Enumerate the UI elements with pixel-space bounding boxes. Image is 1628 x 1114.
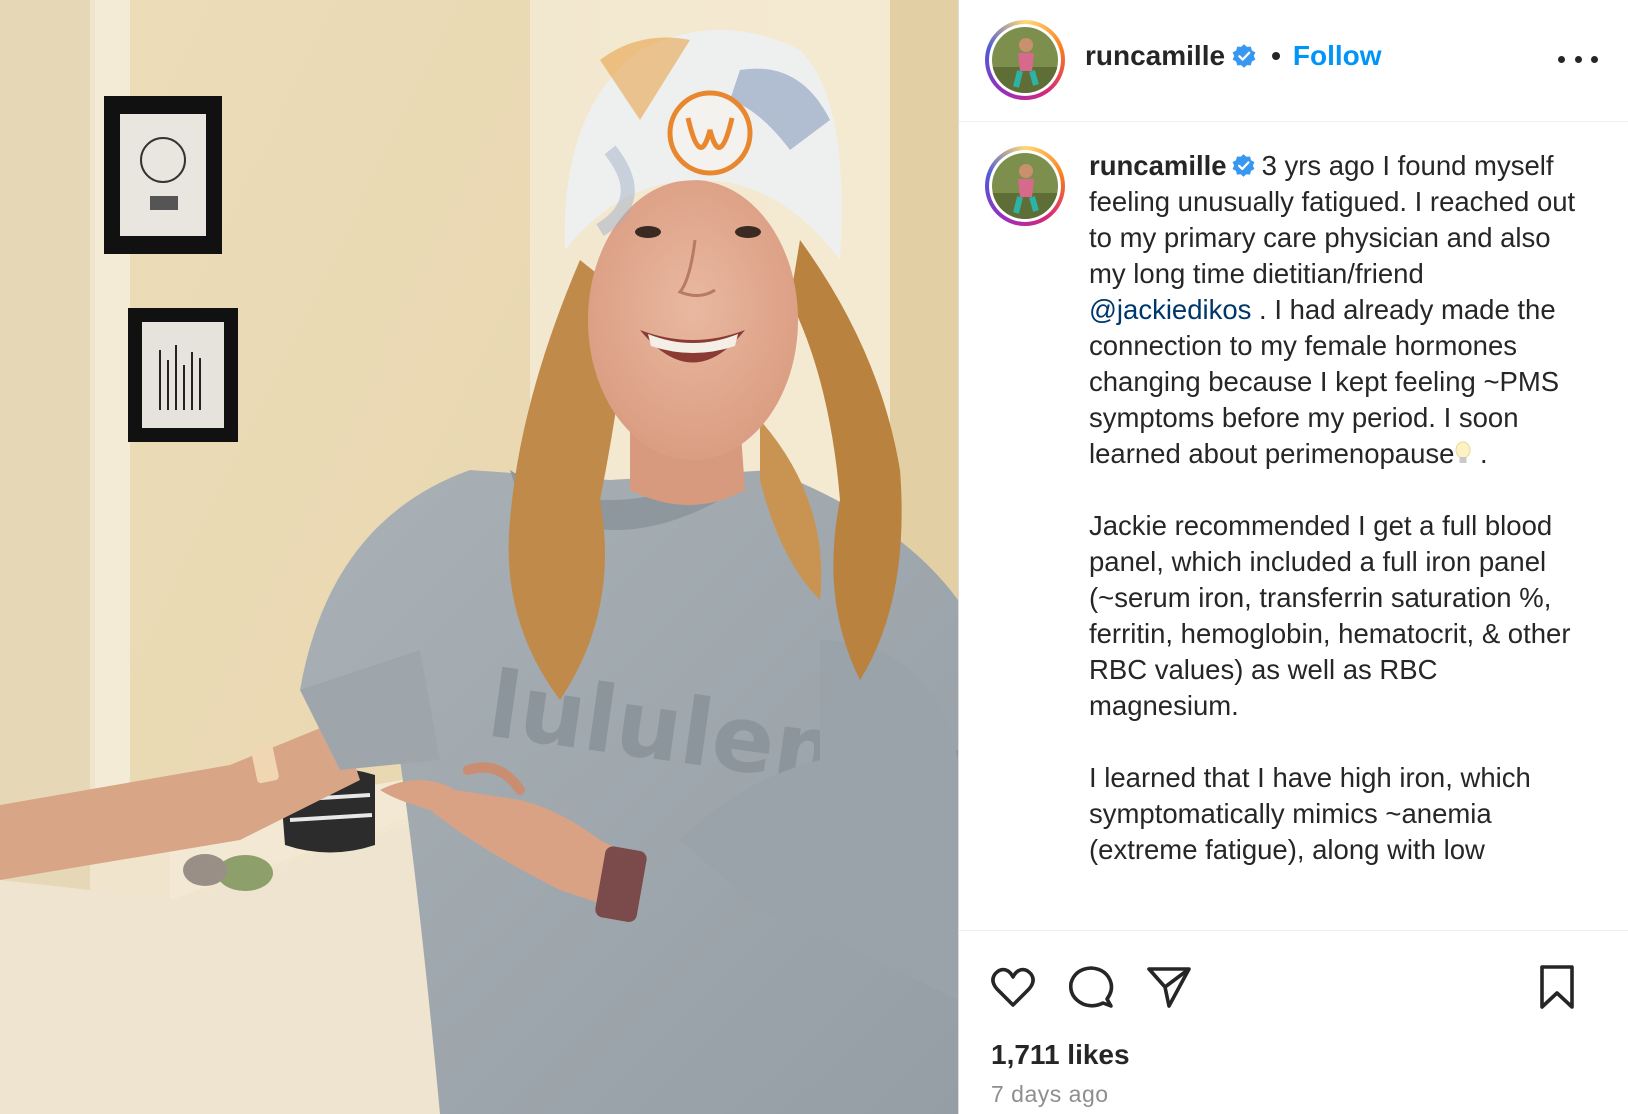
lightbulb-emoji-icon bbox=[1455, 441, 1471, 463]
comment-button[interactable] bbox=[1065, 961, 1117, 1013]
verified-badge-icon bbox=[1232, 154, 1254, 177]
wall-frame-2 bbox=[128, 308, 238, 442]
like-button[interactable] bbox=[987, 961, 1039, 1013]
post-caption: runcamille 3 yrs ago I found myself feel… bbox=[1089, 148, 1589, 868]
wall-frame-1 bbox=[104, 96, 222, 254]
caption-username[interactable]: runcamille bbox=[1089, 150, 1227, 181]
share-button[interactable] bbox=[1143, 961, 1195, 1013]
post-timestamp[interactable]: 7 days ago bbox=[991, 1081, 1109, 1108]
paper-plane-icon bbox=[1147, 967, 1191, 1008]
avatar-image bbox=[992, 153, 1058, 219]
caption-paragraph-3: I learned that I have high iron, which s… bbox=[1089, 762, 1531, 865]
comment-icon bbox=[1068, 966, 1114, 1008]
caption-author-avatar[interactable] bbox=[985, 146, 1065, 226]
caption-paragraph-2: Jackie recommended I get a full blood pa… bbox=[1089, 510, 1571, 721]
header-username[interactable]: runcamille bbox=[1085, 40, 1225, 72]
header-username-row: runcamille • Follow bbox=[1085, 40, 1382, 72]
bookmark-icon bbox=[1540, 965, 1574, 1009]
author-avatar[interactable] bbox=[985, 20, 1065, 100]
caption-paragraph-1: runcamille 3 yrs ago I found myself feel… bbox=[1089, 148, 1589, 472]
post-actions: 1,711 likes 7 days ago bbox=[959, 930, 1628, 1114]
instagram-post: lululemon runcamille • Follow runcamille… bbox=[0, 0, 1628, 1114]
avatar-image bbox=[992, 27, 1058, 93]
verified-badge-icon bbox=[1232, 44, 1256, 68]
header-separator: • bbox=[1271, 40, 1281, 71]
post-photo-illustration: lululemon bbox=[0, 0, 958, 1114]
caption-text-3: . bbox=[1472, 438, 1488, 469]
caption-mention-link[interactable]: @jackiedikos bbox=[1089, 294, 1251, 325]
post-side-panel: runcamille • Follow runcamille 3 yrs ago… bbox=[958, 0, 1628, 1114]
more-options-icon[interactable] bbox=[1558, 44, 1598, 74]
post-photo[interactable]: lululemon bbox=[0, 0, 958, 1114]
follow-button[interactable]: Follow bbox=[1293, 40, 1382, 72]
heart-icon bbox=[991, 967, 1035, 1007]
caption-area: runcamille 3 yrs ago I found myself feel… bbox=[959, 122, 1628, 930]
save-button[interactable] bbox=[1531, 961, 1583, 1013]
post-header: runcamille • Follow bbox=[959, 0, 1628, 122]
likes-count[interactable]: 1,711 likes bbox=[991, 1039, 1130, 1071]
